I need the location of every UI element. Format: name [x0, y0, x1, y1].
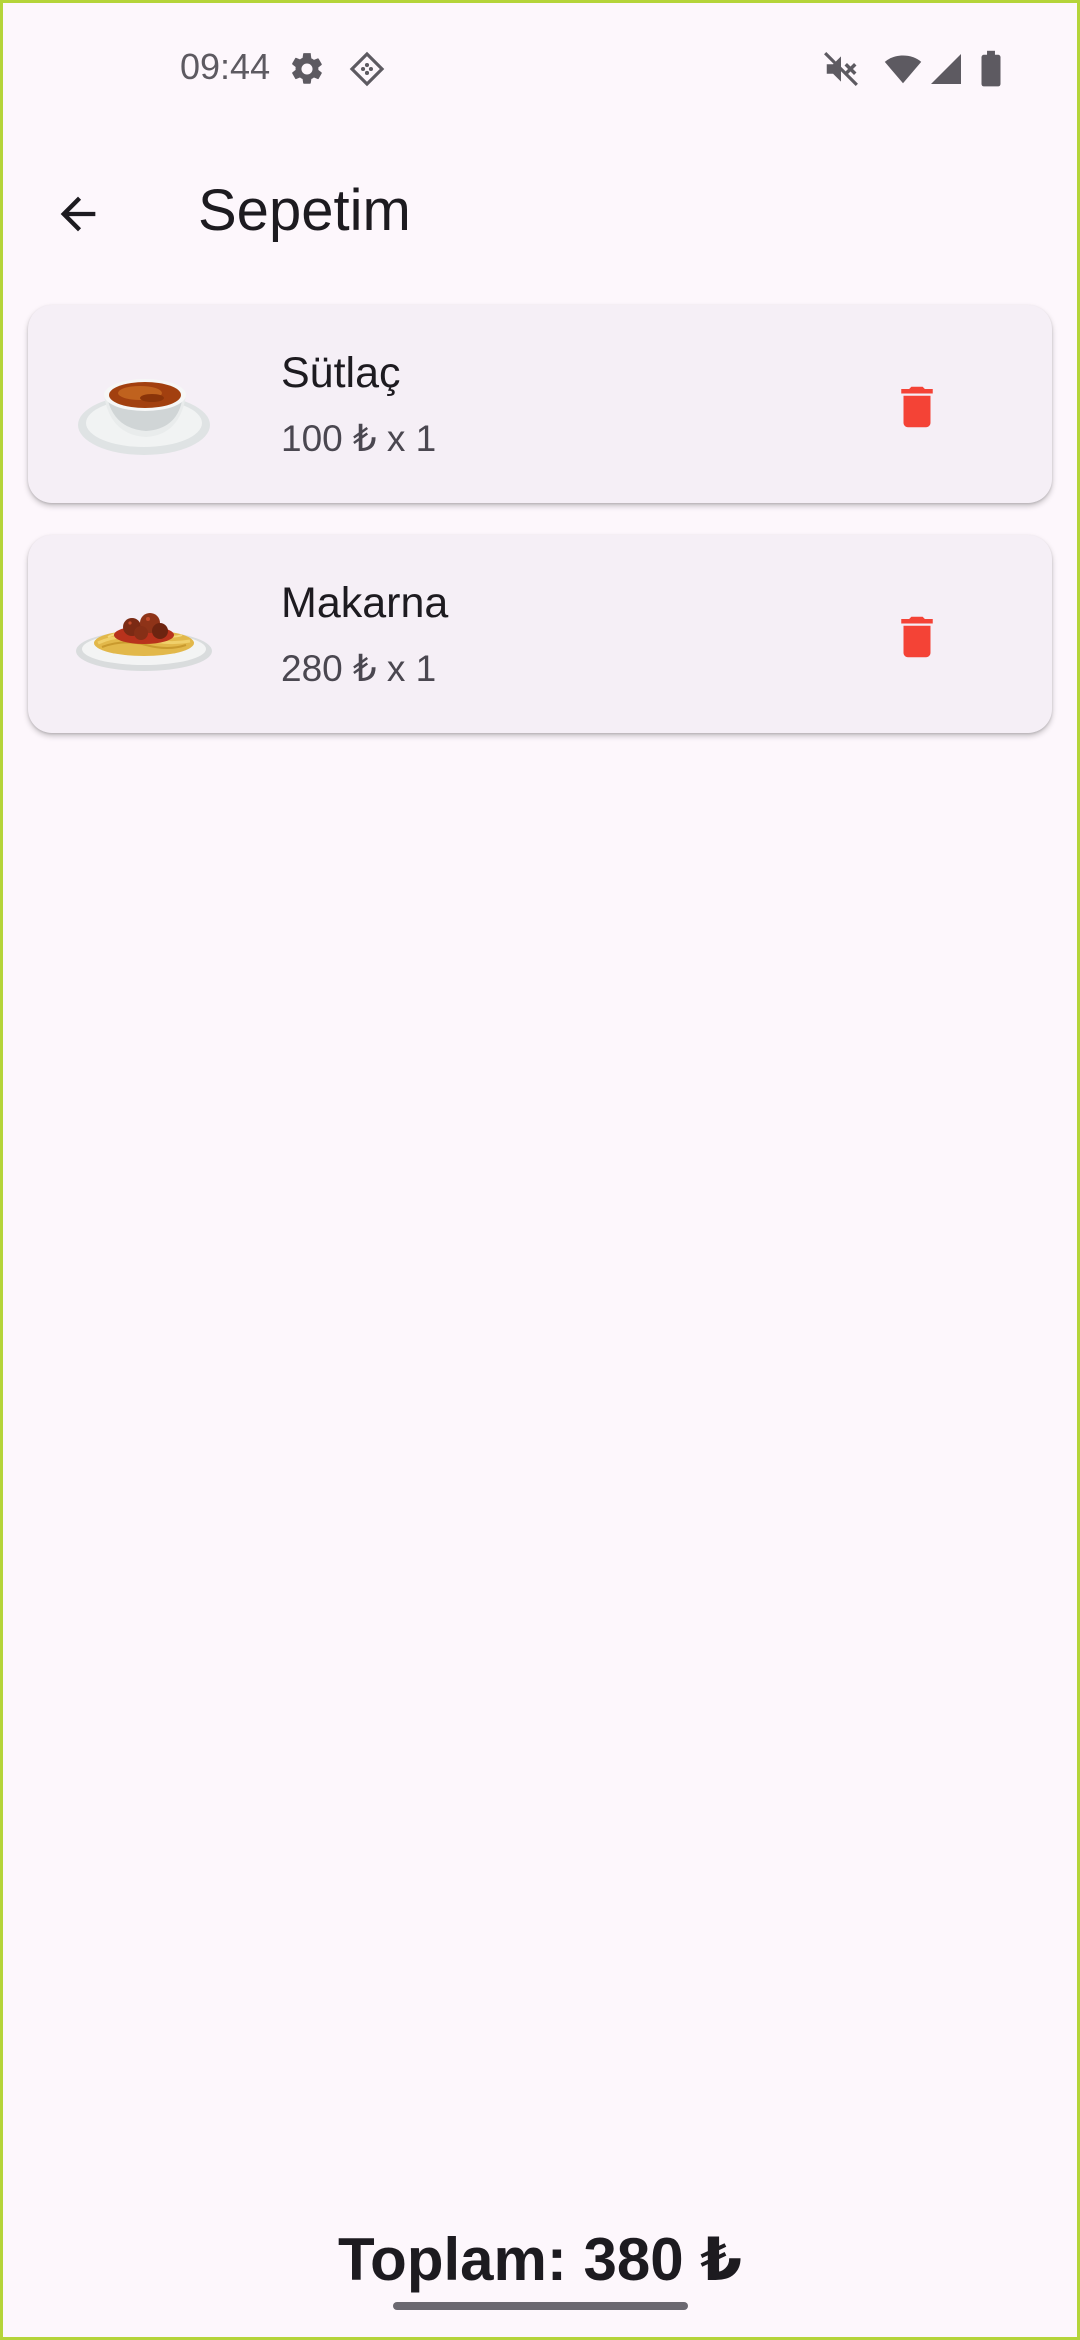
total-bar: Toplam: 380 ₺	[0, 2225, 1080, 2295]
soup-bowl-image	[78, 379, 210, 455]
delete-button[interactable]	[875, 595, 959, 679]
mute-icon	[824, 52, 858, 86]
trash-icon	[901, 386, 933, 428]
home-indicator[interactable]	[393, 2302, 688, 2310]
gear-icon	[292, 53, 322, 84]
page-title: Sepetim	[198, 178, 411, 243]
trash-icon	[901, 616, 933, 658]
status-time: 09:44	[180, 46, 271, 87]
item-price: 280 ₺ x 1	[281, 648, 437, 689]
app-bar: Sepetim	[0, 150, 1080, 270]
back-button[interactable]	[28, 174, 128, 254]
battery-icon	[981, 50, 1001, 87]
delete-button[interactable]	[875, 365, 959, 449]
wifi-icon	[884, 55, 922, 84]
app-diamond-icon	[349, 51, 385, 87]
signal-icon	[931, 54, 961, 84]
cart-item[interactable]: Makarna 280 ₺ x 1	[28, 535, 1052, 733]
spaghetti-plate-image	[76, 613, 212, 671]
arrow-back-icon	[60, 196, 96, 232]
cart-list: Sütlaç 100 ₺ x 1 Makarna 280 ₺ x 1	[28, 305, 1052, 765]
total-price: Toplam: 380 ₺	[337, 2226, 743, 2293]
item-name: Sütlaç	[281, 349, 401, 397]
cart-item[interactable]: Sütlaç 100 ₺ x 1	[28, 305, 1052, 503]
status-bar: 09:44	[0, 0, 1080, 140]
item-price: 100 ₺ x 1	[281, 418, 437, 459]
item-name: Makarna	[281, 579, 449, 627]
